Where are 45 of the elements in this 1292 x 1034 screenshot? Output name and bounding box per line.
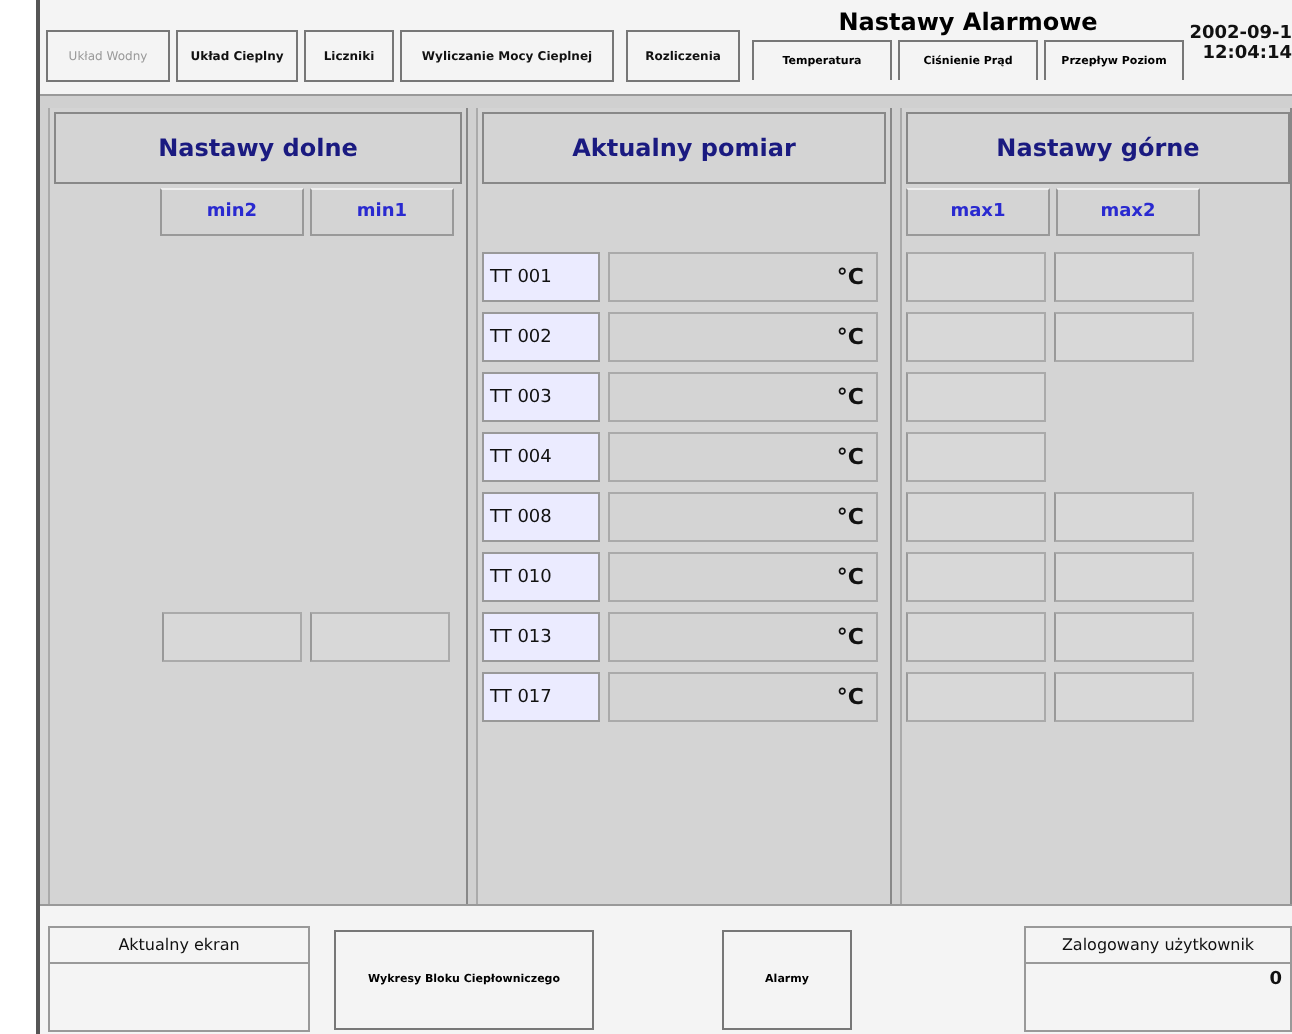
tag-label: TT 003 — [482, 372, 600, 422]
input-field[interactable] — [1054, 252, 1194, 302]
value-field: °C — [608, 252, 878, 302]
input-field[interactable] — [906, 372, 1046, 422]
tag-label: TT 004 — [482, 432, 600, 482]
panel-header: Nastawy górne — [906, 112, 1290, 184]
value-field: °C — [608, 612, 878, 662]
input-field[interactable] — [906, 492, 1046, 542]
input-field[interactable] — [906, 612, 1046, 662]
input-field[interactable] — [906, 252, 1046, 302]
input-field[interactable] — [310, 612, 450, 662]
date-text: 2002-09-1 — [1189, 24, 1292, 44]
user-label: Zalogowany użytkownik — [1024, 926, 1292, 964]
user-field: 0 — [1024, 964, 1292, 1032]
time-text: 12:04:14 — [1200, 44, 1292, 64]
screen-label: Aktualny ekran — [48, 926, 310, 964]
tag-label: TT 017 — [482, 672, 600, 722]
input-field[interactable] — [1054, 552, 1194, 602]
tag-label: TT 008 — [482, 492, 600, 542]
input-field[interactable] — [906, 672, 1046, 722]
input-field[interactable] — [1054, 612, 1194, 662]
column-header: max2 — [1056, 188, 1200, 236]
column-header: min1 — [310, 188, 454, 236]
input-field[interactable] — [1054, 672, 1194, 722]
input-field[interactable] — [906, 432, 1046, 482]
value-field: °C — [608, 552, 878, 602]
column-header: min2 — [160, 188, 304, 236]
panel-header: Aktualny pomiar — [482, 112, 886, 184]
tag-label: TT 010 — [482, 552, 600, 602]
tag-label: TT 002 — [482, 312, 600, 362]
input-field[interactable] — [906, 312, 1046, 362]
screen-title: Nastawy Alarmowe — [838, 8, 1098, 40]
value-field: °C — [608, 372, 878, 422]
tag-label: TT 013 — [482, 612, 600, 662]
input-field[interactable] — [1054, 492, 1194, 542]
value-field: °C — [608, 492, 878, 542]
panel-header: Nastawy dolne — [54, 112, 462, 184]
input-field[interactable] — [906, 552, 1046, 602]
tag-label: TT 001 — [482, 252, 600, 302]
input-field[interactable] — [162, 612, 302, 662]
value-field: °C — [608, 312, 878, 362]
value-field: °C — [608, 672, 878, 722]
input-field[interactable] — [1054, 312, 1194, 362]
column-header: max1 — [906, 188, 1050, 236]
value-field: °C — [608, 432, 878, 482]
